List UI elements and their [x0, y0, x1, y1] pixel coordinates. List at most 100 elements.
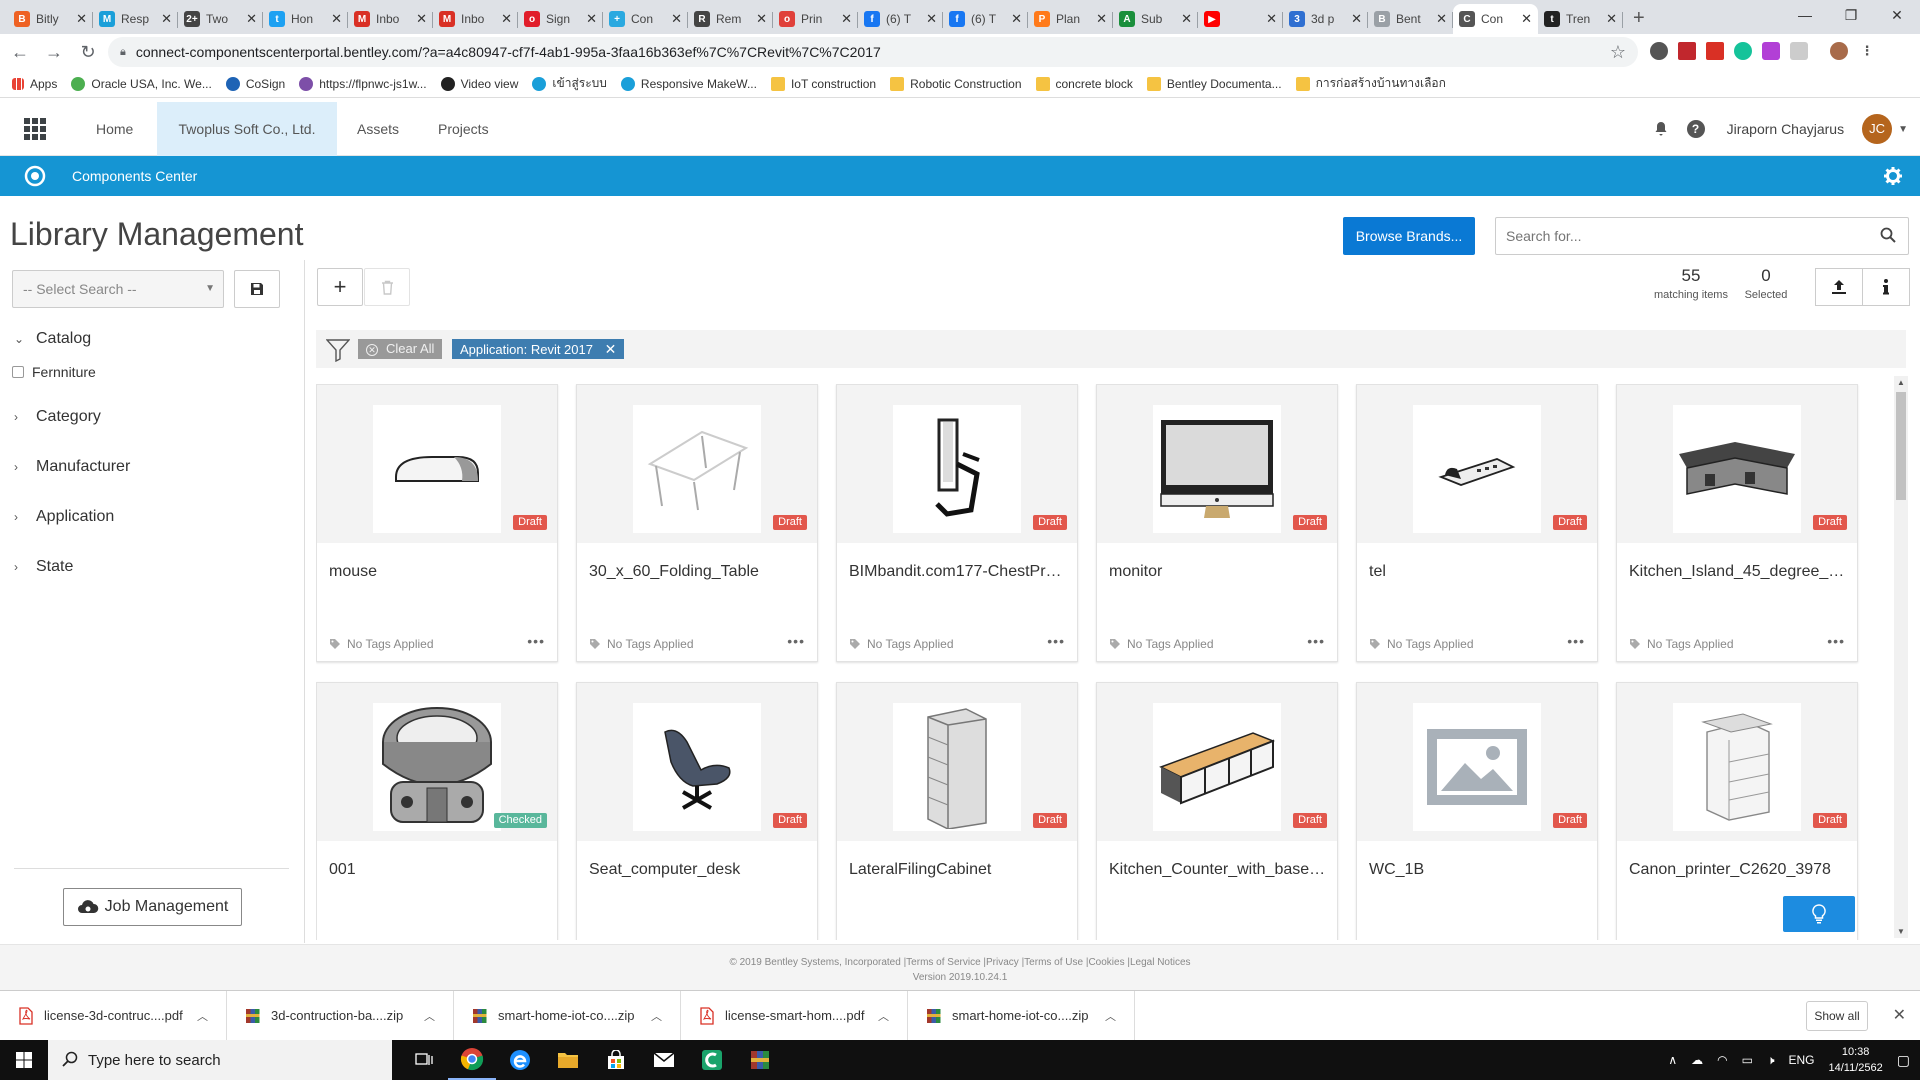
upload-button[interactable]	[1815, 268, 1863, 306]
component-thumbnail[interactable]	[893, 405, 1021, 533]
job-management-button[interactable]: Job Management	[63, 888, 242, 926]
component-card[interactable]: Draft WC_1B	[1356, 682, 1598, 940]
scroll-down-icon[interactable]: ▼	[1894, 927, 1908, 936]
show-all-downloads-button[interactable]: Show all	[1806, 1001, 1868, 1031]
browser-tab[interactable]: t Hon ✕	[263, 4, 348, 34]
reload-icon[interactable]: ↻	[74, 42, 102, 63]
browser-tab[interactable]: M Resp ✕	[93, 4, 178, 34]
bookmark-star-icon[interactable]: ☆	[1610, 42, 1626, 63]
facet-state[interactable]: › State	[14, 558, 73, 576]
battery-icon[interactable]: ▭	[1742, 1053, 1753, 1067]
component-thumbnail-area[interactable]: Draft	[577, 385, 817, 543]
browser-tab[interactable]: M Inbo ✕	[433, 4, 518, 34]
component-card[interactable]: Draft Seat_computer_desk	[576, 682, 818, 940]
browser-tab[interactable]: R Rem ✕	[688, 4, 773, 34]
nav-assets[interactable]: Assets	[339, 102, 417, 156]
profile-avatar[interactable]	[1830, 42, 1848, 60]
component-thumbnail-area[interactable]: Draft	[1357, 683, 1597, 841]
component-thumbnail-area[interactable]: Draft	[1617, 385, 1857, 543]
browser-tab[interactable]: P Plan ✕	[1028, 4, 1113, 34]
component-thumbnail[interactable]	[1413, 405, 1541, 533]
component-thumbnail-area[interactable]: Draft	[577, 683, 817, 841]
chevron-up-icon[interactable]: ︿	[424, 1008, 435, 1024]
browser-tab[interactable]: o Prin ✕	[773, 4, 858, 34]
bookmark-folder[interactable]: Bentley Documenta...	[1146, 76, 1282, 91]
close-tab-icon[interactable]: ✕	[756, 11, 767, 27]
search-input[interactable]	[1496, 218, 1856, 254]
bookmark-item[interactable]: https://flpnwc-js1w...	[299, 76, 427, 91]
close-tab-icon[interactable]: ✕	[161, 11, 172, 27]
component-thumbnail[interactable]	[633, 405, 761, 533]
add-component-button[interactable]: +	[317, 268, 363, 306]
extension-icon[interactable]	[1762, 42, 1780, 60]
browser-tab[interactable]: + Con ✕	[603, 4, 688, 34]
nav-organization[interactable]: Twoplus Soft Co., Ltd.	[157, 102, 337, 156]
component-name[interactable]: monitor	[1109, 563, 1329, 581]
scroll-up-icon[interactable]: ▲	[1894, 378, 1908, 387]
more-options-icon[interactable]: •••	[787, 633, 805, 649]
pdf-extension-icon[interactable]	[1678, 42, 1696, 60]
browser-tab[interactable]: f (6) T ✕	[858, 4, 943, 34]
component-thumbnail[interactable]	[373, 405, 501, 533]
delete-button[interactable]	[364, 268, 410, 306]
component-thumbnail-area[interactable]: Draft	[837, 683, 1077, 841]
component-card[interactable]: Draft monitor No Tags Applied •••	[1096, 384, 1338, 662]
bookmark-folder[interactable]: concrete block	[1035, 76, 1133, 91]
component-name[interactable]: mouse	[329, 563, 549, 581]
download-item[interactable]: 3d-contruction-ba....zip ︿	[227, 990, 454, 1041]
close-tab-icon[interactable]: ✕	[246, 11, 257, 27]
component-name[interactable]: Kitchen_Island_45_degree_Corner	[1629, 563, 1849, 581]
more-options-icon[interactable]: •••	[1567, 633, 1585, 649]
bookmark-item[interactable]: Video view	[440, 76, 518, 91]
chevron-up-icon[interactable]: ︿	[651, 1008, 662, 1024]
browser-tab[interactable]: M Inbo ✕	[348, 4, 433, 34]
close-tab-icon[interactable]: ✕	[416, 11, 427, 27]
bookmark-folder[interactable]: Robotic Construction	[890, 76, 1022, 91]
extension-icon[interactable]	[1790, 42, 1808, 60]
component-name[interactable]: tel	[1369, 563, 1589, 581]
component-thumbnail[interactable]	[1413, 703, 1541, 831]
component-card[interactable]: Draft Kitchen_Counter_with_base_cabinets	[1096, 682, 1338, 940]
component-thumbnail[interactable]	[893, 703, 1021, 831]
file-explorer-icon[interactable]	[544, 1040, 592, 1080]
component-card[interactable]: Draft 30_x_60_Folding_Table No Tags Applie…	[576, 384, 818, 662]
back-icon[interactable]: ←	[6, 42, 34, 63]
component-thumbnail-area[interactable]: Checked	[317, 683, 557, 841]
search-icon[interactable]	[1880, 227, 1896, 243]
browser-tab[interactable]: o Sign ✕	[518, 4, 603, 34]
app-icon[interactable]	[688, 1040, 736, 1080]
select-search-dropdown[interactable]: -- Select Search -- ▼	[12, 270, 224, 308]
component-thumbnail[interactable]	[1673, 703, 1801, 831]
chevron-up-icon[interactable]: ︿	[878, 1008, 889, 1024]
notifications-bell-icon[interactable]	[1653, 121, 1669, 137]
component-card[interactable]: Draft mouse No Tags Applied •••	[316, 384, 558, 662]
tray-expand-icon[interactable]: ∧	[1668, 1053, 1677, 1067]
close-icon[interactable]: ✕	[1893, 1005, 1906, 1025]
grid-scrollbar[interactable]: ▲ ▼	[1894, 376, 1908, 938]
bookmark-folder[interactable]: การก่อสร้างบ้านทางเลือก	[1295, 74, 1446, 93]
component-thumbnail[interactable]	[373, 703, 501, 831]
browser-tab[interactable]: ▶ ✕	[1198, 4, 1283, 34]
help-icon[interactable]: ?	[1686, 120, 1705, 138]
component-name[interactable]: BIMbandit.com177-ChestPress	[849, 563, 1069, 581]
copyright-text[interactable]: © 2019 Bentley Systems, Incorporated |Te…	[0, 955, 1920, 970]
component-thumbnail-area[interactable]: Draft	[1097, 683, 1337, 841]
minimize-icon[interactable]: —	[1782, 0, 1828, 30]
component-card[interactable]: Draft tel No Tags Applied •••	[1356, 384, 1598, 662]
download-item[interactable]: smart-home-iot-co....zip ︿	[454, 990, 681, 1041]
chevron-up-icon[interactable]: ︿	[1105, 1008, 1116, 1024]
bookmark-item[interactable]: เข้าสู่ระบบ	[532, 74, 607, 93]
component-thumbnail[interactable]	[1153, 405, 1281, 533]
component-thumbnail-area[interactable]: Draft	[837, 385, 1077, 543]
bookmark-item[interactable]: CoSign	[225, 76, 285, 91]
components-center-logo-icon[interactable]	[24, 165, 46, 187]
onedrive-icon[interactable]: ☁	[1691, 1053, 1703, 1067]
component-name[interactable]: Seat_computer_desk	[589, 861, 809, 879]
windows-start-icon[interactable]	[0, 1040, 48, 1080]
facet-category[interactable]: › Category	[14, 408, 101, 426]
browser-tab[interactable]: t Tren ✕	[1538, 4, 1623, 34]
component-card[interactable]: Draft LateralFilingCabinet	[836, 682, 1078, 940]
restore-icon[interactable]: ❐	[1828, 0, 1874, 30]
bookmark-item[interactable]: Responsive MakeW...	[620, 76, 757, 91]
close-tab-icon[interactable]: ✕	[1436, 11, 1447, 27]
